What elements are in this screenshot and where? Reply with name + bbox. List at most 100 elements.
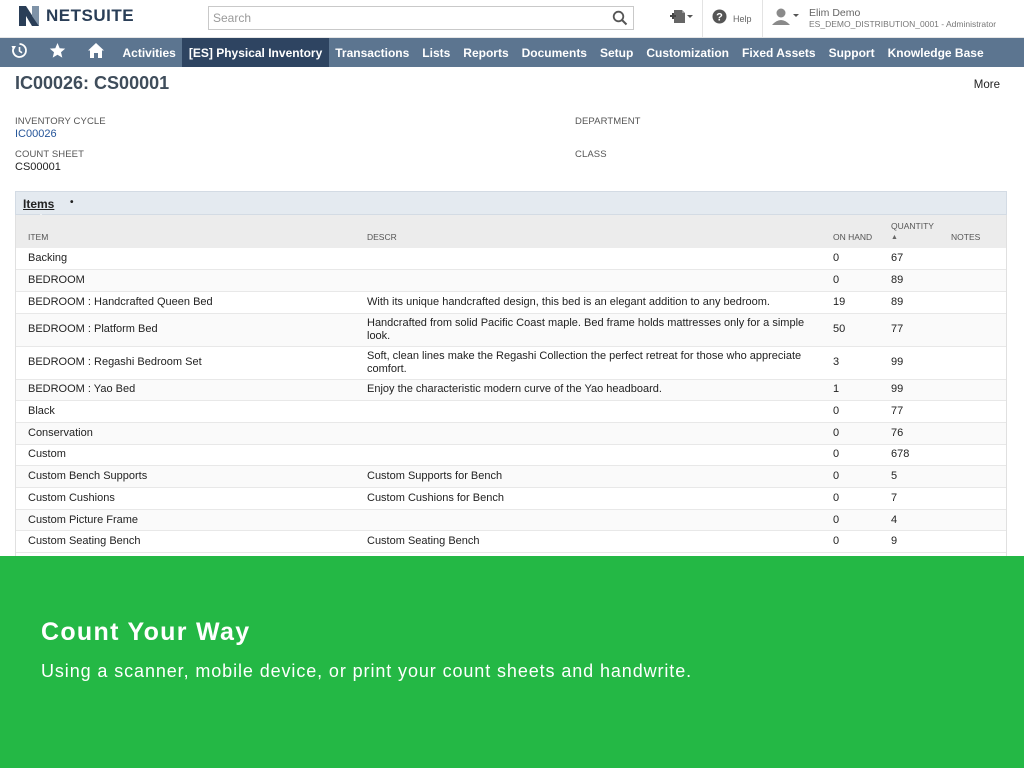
table-row[interactable]: Backing 0 67 [16,248,1006,271]
nav-recent-records[interactable] [0,38,38,67]
nav-reports[interactable]: Reports [457,38,515,67]
item-cell: Custom Cushions [16,487,355,510]
quantity-cell[interactable]: 89 [879,269,945,292]
notes-cell[interactable] [945,291,1006,314]
quantity-cell[interactable]: 5 [879,465,945,488]
on-hand-cell: 1 [821,379,879,402]
search-icon[interactable] [612,10,628,26]
quantity-cell[interactable]: 9 [879,530,945,554]
table-row[interactable]: BEDROOM : Handcrafted Queen Bed With its … [16,291,1006,314]
on-hand-cell: 0 [821,487,879,510]
notes-cell[interactable] [945,444,1006,467]
notes-cell[interactable] [945,487,1006,510]
quantity-cell[interactable]: 76 [879,422,945,445]
notes-cell[interactable] [945,465,1006,488]
column-header-notes[interactable]: Notes [945,215,1006,248]
table-row[interactable]: Black 0 77 [16,400,1006,423]
nav-customization[interactable]: Customization [640,38,736,67]
nav-physical-inventory[interactable]: [ES] Physical Inventory [182,38,329,67]
items-table-container[interactable]: Item Descr On Hand Quantity ▲ Notes Backi… [15,215,1007,556]
count-sheet-value: CS00001 [15,161,61,173]
class-label: Class [575,149,607,160]
items-tab-marker: • [70,197,74,208]
notes-cell[interactable] [945,530,1006,554]
on-hand-cell: 0 [821,400,879,423]
on-hand-cell: 0 [821,444,879,467]
help-menu[interactable]: ? Help [712,0,752,37]
column-header-on-hand[interactable]: On Hand [821,215,879,248]
table-row[interactable]: Custom Seating Bench Custom Seating Bench… [16,530,1006,554]
user-menu[interactable] [771,0,801,37]
page-title: IC00026: CS00001 [15,73,170,93]
table-row[interactable]: Custom 0 678 [16,444,1006,467]
quantity-cell[interactable]: 89 [879,291,945,314]
count-sheet-label: Count Sheet [15,149,85,160]
nav-fixed-assets[interactable]: Fixed Assets [736,38,823,67]
nav-setup[interactable]: Setup [593,38,639,67]
column-header-item[interactable]: Item [16,215,355,248]
user-avatar-icon [771,7,801,30]
notes-cell[interactable] [945,313,1006,347]
item-cell: Custom Seating Bench [16,530,355,554]
notes-cell[interactable] [945,422,1006,445]
nav-knowledge-base[interactable]: Knowledge Base [881,38,990,67]
notes-cell[interactable] [945,379,1006,402]
descr-cell: With its unique handcrafted design, this… [355,291,821,314]
table-row[interactable]: Conservation 0 76 [16,422,1006,445]
create-new-menu[interactable] [668,0,694,37]
nav-lists[interactable]: Lists [416,38,457,67]
quantity-cell[interactable]: 77 [879,313,945,347]
help-label: Help [733,13,752,24]
column-header-descr[interactable]: Descr [355,215,821,248]
table-row[interactable]: BEDROOM : Yao Bed Enjoy the characteristi… [16,379,1006,402]
quantity-cell[interactable]: 678 [879,444,945,467]
column-header-quantity[interactable]: Quantity ▲ [879,215,945,248]
notes-cell[interactable] [945,269,1006,292]
item-cell: Custom Picture Frame [16,509,355,532]
sort-ascending-icon: ▲ [891,234,898,241]
table-row[interactable]: BEDROOM 0 89 [16,269,1006,292]
descr-cell [355,509,821,532]
table-row[interactable]: Custom Picture Frame 0 4 [16,509,1006,532]
items-table: Item Descr On Hand Quantity ▲ Notes Backi… [16,215,1006,554]
quantity-cell[interactable]: 67 [879,248,945,271]
more-actions-button[interactable]: More [974,79,1000,91]
table-row[interactable]: BEDROOM : Regashi Bedroom Set Soft, clean… [16,346,1006,380]
descr-cell [355,422,821,445]
items-subtab[interactable]: Items • [15,191,1007,220]
nav-shortcuts[interactable] [38,38,76,67]
notes-cell[interactable] [945,509,1006,532]
nav-transactions[interactable]: Transactions [329,38,416,67]
header-divider [702,0,703,37]
global-search[interactable] [208,6,634,30]
item-cell: BEDROOM : Handcrafted Queen Bed [16,291,355,314]
header-divider [762,0,763,37]
inventory-cycle-link[interactable]: IC00026 [15,128,57,140]
item-cell: BEDROOM : Yao Bed [16,379,355,402]
user-info[interactable]: Elim Demo ES_DEMO_DISTRIBUTION_0001 - Ad… [809,8,996,30]
nav-activities[interactable]: Activities [116,38,182,67]
department-label: Department [575,116,641,127]
quantity-cell[interactable]: 77 [879,400,945,423]
quantity-cell[interactable]: 4 [879,509,945,532]
table-row[interactable]: Custom Bench Supports Custom Supports for… [16,465,1006,488]
quantity-cell[interactable]: 99 [879,379,945,402]
nav-home[interactable] [76,38,116,67]
search-input[interactable] [209,7,599,29]
quantity-cell[interactable]: 7 [879,487,945,510]
notes-cell[interactable] [945,400,1006,423]
table-row[interactable]: BEDROOM : Platform Bed Handcrafted from s… [16,313,1006,347]
item-cell: BEDROOM [16,269,355,292]
table-row[interactable]: Custom Cushions Custom Cushions for Bench… [16,487,1006,510]
netsuite-logo[interactable]: NETSUITE [17,4,134,28]
items-tab-label: Items [23,197,55,211]
quantity-cell[interactable]: 99 [879,346,945,380]
nav-documents[interactable]: Documents [515,38,593,67]
notes-cell[interactable] [945,346,1006,380]
descr-cell [355,269,821,292]
items-tab-title[interactable]: Items [23,197,54,211]
notes-cell[interactable] [945,248,1006,271]
nav-support[interactable]: Support [822,38,881,67]
items-table-header: Item Descr On Hand Quantity ▲ Notes [16,215,1006,248]
recent-records-icon [11,42,28,64]
